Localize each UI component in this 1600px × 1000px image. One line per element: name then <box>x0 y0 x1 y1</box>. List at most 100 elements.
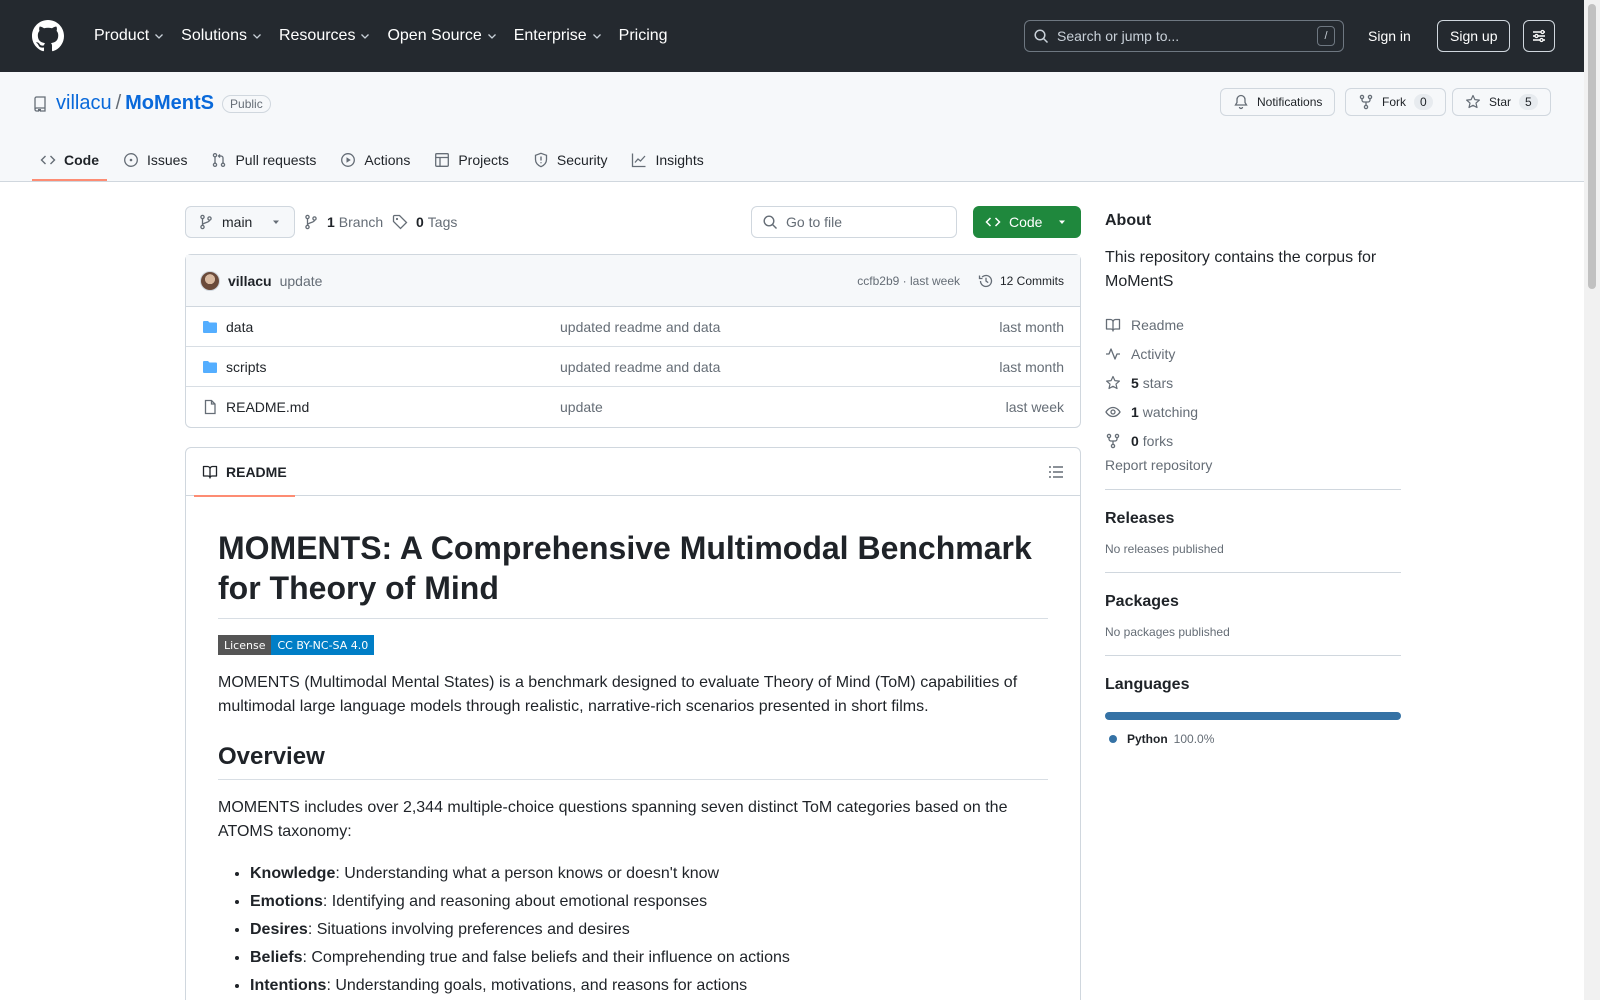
chevron-down-icon <box>361 34 370 39</box>
notifications-button[interactable]: Notifications <box>1220 88 1336 116</box>
stars-count: 5 <box>1131 374 1139 391</box>
repo-owner-link[interactable]: villacu <box>56 92 112 115</box>
file-name[interactable]: scripts <box>226 359 266 375</box>
file-date: last month <box>999 318 1064 335</box>
nav-enterprise[interactable]: Enterprise <box>506 20 611 52</box>
language-percent: 100.0% <box>1173 732 1215 746</box>
page-scrollbar[interactable] <box>1584 0 1600 1000</box>
commit-meta[interactable]: ccfb2b9 · last week <box>857 274 960 288</box>
file-browser: villacu update ccfb2b9 · last week 12 Co… <box>185 254 1081 428</box>
stars-link[interactable]: 5 stars <box>1105 368 1401 397</box>
history-icon <box>978 274 993 287</box>
search-placeholder: Search or jump to... <box>1057 28 1180 44</box>
tab-code[interactable]: Code <box>32 140 107 181</box>
tab-security[interactable]: Security <box>525 140 616 180</box>
license-badge-value: CC BY-NC-SA 4.0 <box>271 635 375 655</box>
readme-overview-heading: Overview <box>218 743 1048 780</box>
tab-projects[interactable]: Projects <box>426 140 517 180</box>
scrollbar-thumb[interactable] <box>1588 4 1596 289</box>
language-item-python[interactable]: Python 100.0% <box>1105 732 1401 746</box>
license-badge[interactable]: License CC BY-NC-SA 4.0 <box>218 635 375 655</box>
branch-selector[interactable]: main <box>185 206 296 238</box>
nav-product[interactable]: Product <box>86 20 173 52</box>
readme-title: MOMENTS: A Comprehensive Multimodal Benc… <box>218 528 1048 619</box>
sliders-icon <box>1533 29 1545 43</box>
file-date: last month <box>999 358 1064 375</box>
nav-pricing[interactable]: Pricing <box>611 20 676 52</box>
about-sidebar: About This repository contains the corpu… <box>1105 206 1401 746</box>
search-input[interactable]: Search or jump to... / <box>1024 20 1344 52</box>
packages-heading[interactable]: Packages <box>1105 593 1401 611</box>
releases-heading[interactable]: Releases <box>1105 510 1401 528</box>
watchers-link[interactable]: 1 watching <box>1105 397 1401 426</box>
file-row-data[interactable]: data updated readme and data last month <box>186 307 1080 347</box>
list-item: Desires: Situations involving preference… <box>250 916 1048 944</box>
report-repository-link[interactable]: Report repository <box>1105 457 1401 473</box>
star-button[interactable]: Star 5 <box>1452 88 1551 116</box>
about-heading: About <box>1105 212 1152 229</box>
tags-link[interactable]: 0 Tags <box>392 206 457 238</box>
fork-icon <box>1106 433 1120 448</box>
chevron-down-icon <box>155 34 164 39</box>
star-icon <box>1106 375 1120 389</box>
nav-resources[interactable]: Resources <box>271 20 379 52</box>
tab-pull-requests[interactable]: Pull requests <box>203 140 324 180</box>
main-content: main 1 Branch 0 Tags Go to file Code vil… <box>185 206 1081 1000</box>
forks-count: 0 <box>1131 432 1139 449</box>
bell-icon <box>1234 94 1248 110</box>
caret-down-icon <box>273 220 280 224</box>
readme-intro: MOMENTS (Multimodal Mental States) is a … <box>218 674 1018 715</box>
nav-solutions[interactable]: Solutions <box>173 20 271 52</box>
forks-link[interactable]: 0 forks <box>1105 426 1401 455</box>
sign-in-link[interactable]: Sign in <box>1352 20 1427 52</box>
file-commit-message[interactable]: update <box>560 399 603 415</box>
tab-insights[interactable]: Insights <box>623 140 711 180</box>
settings-menu-button[interactable] <box>1523 20 1555 52</box>
repo-description: This repository contains the corpus for … <box>1105 249 1377 290</box>
language-name: Python <box>1127 732 1168 746</box>
watching-count: 1 <box>1131 403 1139 420</box>
readme-link[interactable]: Readme <box>1105 310 1401 339</box>
branches-link[interactable]: 1 Branch <box>303 206 383 238</box>
languages-heading: Languages <box>1105 676 1190 693</box>
code-icon <box>40 155 56 165</box>
tab-actions[interactable]: Actions <box>332 140 418 180</box>
commit-author-link[interactable]: villacu <box>228 273 272 289</box>
github-logo-icon[interactable] <box>32 20 64 52</box>
sign-up-button[interactable]: Sign up <box>1437 20 1511 52</box>
book-icon <box>1105 318 1121 332</box>
language-color-dot <box>1109 735 1117 743</box>
chevron-down-icon <box>253 34 261 39</box>
activity-link[interactable]: Activity <box>1105 339 1401 368</box>
graph-icon <box>632 153 646 168</box>
repo-name-link[interactable]: MoMentS <box>125 92 214 115</box>
file-name[interactable]: README.md <box>226 399 309 415</box>
file-row-readme[interactable]: README.md update last week <box>186 387 1080 427</box>
fork-button[interactable]: Fork 0 <box>1345 88 1446 116</box>
table-icon <box>435 153 450 167</box>
file-icon <box>204 399 216 415</box>
global-header: Product Solutions Resources Open Source … <box>0 0 1600 72</box>
star-count: 5 <box>1519 94 1538 110</box>
repo-tabs: Code Issues Pull requests Actions Projec… <box>32 140 720 181</box>
repo-header: villacu / MoMentS Public Notifications F… <box>0 72 1600 182</box>
file-commit-message[interactable]: updated readme and data <box>560 319 720 335</box>
repo-icon <box>34 95 46 112</box>
license-badge-label: License <box>218 635 272 655</box>
avatar[interactable] <box>200 270 220 291</box>
file-commit-message[interactable]: updated readme and data <box>560 359 720 375</box>
commit-message-link[interactable]: update <box>280 273 323 289</box>
readme-tabbar: README <box>186 448 1080 497</box>
nav-open-source[interactable]: Open Source <box>379 20 505 52</box>
list-icon[interactable] <box>1048 464 1064 480</box>
file-row-scripts[interactable]: scripts updated readme and data last mon… <box>186 347 1080 387</box>
go-to-file-input[interactable]: Go to file <box>751 206 957 238</box>
list-item: Knowledge: Understanding what a person k… <box>250 860 1048 888</box>
file-name[interactable]: data <box>226 319 253 335</box>
tom-categories-list: Knowledge: Understanding what a person k… <box>218 860 1048 1000</box>
file-toolbar: main 1 Branch 0 Tags Go to file Code <box>185 206 1081 238</box>
tab-issues[interactable]: Issues <box>115 140 195 180</box>
commits-history-link[interactable]: 12 Commits <box>978 273 1064 289</box>
readme-tab[interactable]: README <box>194 448 295 497</box>
code-dropdown-button[interactable]: Code <box>973 206 1081 238</box>
